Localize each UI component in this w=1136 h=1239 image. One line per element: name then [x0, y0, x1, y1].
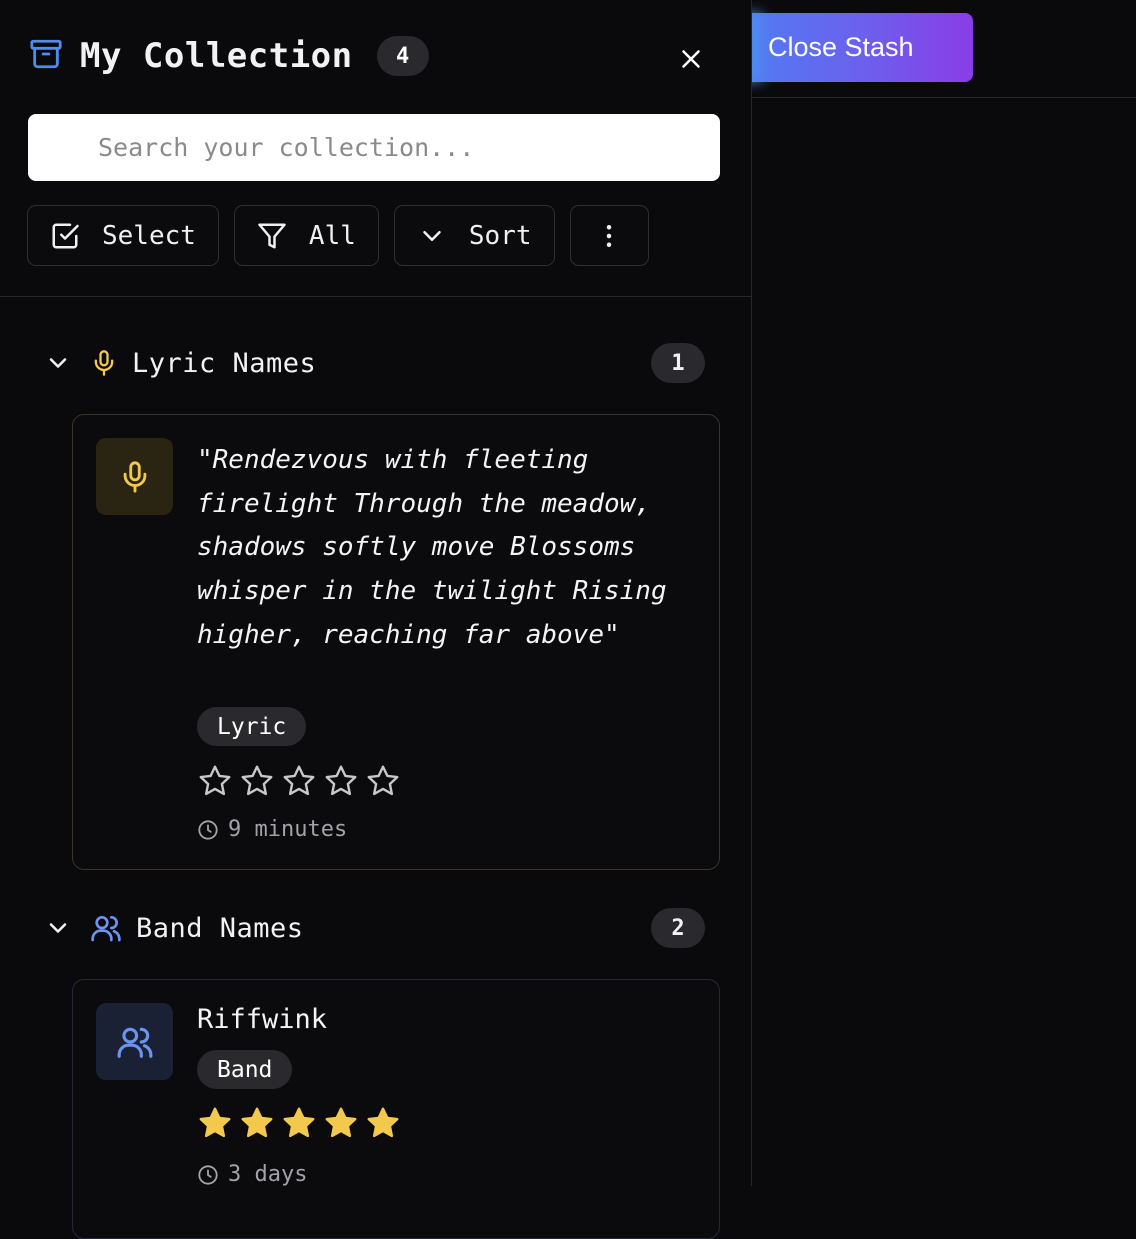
- filter-icon: [258, 223, 286, 248]
- clock-icon: [198, 1164, 218, 1185]
- collection-card[interactable]: "Rendezvous with fleeting firelight Thro…: [72, 414, 720, 870]
- microphone-icon: [94, 350, 114, 376]
- group-header-lyric-names[interactable]: Lyric Names 1: [44, 343, 705, 383]
- card-thumbnail: [96, 438, 173, 515]
- collection-count-badge: 4: [376, 36, 429, 76]
- microphone-icon: [123, 460, 146, 493]
- close-stash-button[interactable]: Close Stash: [693, 13, 973, 82]
- users-icon: [117, 1027, 152, 1058]
- star-empty-icon[interactable]: [281, 763, 317, 799]
- timestamp: 3 days: [197, 1162, 307, 1187]
- star-filled-icon[interactable]: [323, 1105, 359, 1141]
- group-title: Band Names: [136, 912, 304, 944]
- search-input[interactable]: [28, 114, 720, 181]
- more-vertical-icon: [606, 224, 612, 247]
- checkbox-icon: [52, 223, 79, 248]
- star-empty-icon[interactable]: [365, 763, 401, 799]
- sort-label: Sort: [468, 220, 532, 251]
- chevron-down-icon: [423, 230, 441, 241]
- divider: [0, 296, 752, 297]
- lyric-text: "Rendezvous with fleeting firelight Thro…: [197, 445, 667, 650]
- chevron-down-icon[interactable]: [44, 349, 72, 377]
- star-empty-icon[interactable]: [239, 763, 275, 799]
- star-filled-icon[interactable]: [365, 1105, 401, 1141]
- clock-icon: [198, 819, 218, 840]
- select-label: Select: [102, 220, 196, 251]
- star-rating[interactable]: [197, 763, 401, 799]
- type-tag: Lyric: [197, 707, 307, 746]
- timestamp-text: 9 minutes: [228, 817, 348, 842]
- card-thumbnail: [96, 1003, 173, 1080]
- background-pane: [752, 0, 1136, 1186]
- star-filled-icon[interactable]: [239, 1105, 275, 1141]
- divider: [752, 97, 1136, 98]
- sort-button[interactable]: Sort: [393, 205, 555, 266]
- close-stash-label: Close Stash: [768, 32, 914, 62]
- band-name: Riffwink: [197, 1004, 328, 1035]
- group-count-badge: 1: [651, 343, 705, 383]
- collection-panel: My Collection 4 Select All Sort: [0, 0, 752, 1239]
- filter-button[interactable]: All: [233, 205, 379, 266]
- archive-icon: [28, 37, 64, 75]
- chevron-down-icon[interactable]: [44, 914, 72, 942]
- star-rating[interactable]: [197, 1105, 401, 1141]
- toolbar: Select All Sort: [27, 205, 649, 266]
- group-count-badge: 2: [651, 908, 705, 948]
- star-empty-icon[interactable]: [323, 763, 359, 799]
- collection-card[interactable]: Riffwink Band 3 days: [72, 979, 720, 1239]
- page-title: My Collection: [80, 36, 353, 76]
- star-filled-icon[interactable]: [197, 1105, 233, 1141]
- star-empty-icon[interactable]: [197, 763, 233, 799]
- filter-label: All: [308, 220, 356, 251]
- group-title: Lyric Names: [132, 347, 317, 379]
- timestamp-text: 3 days: [228, 1162, 308, 1187]
- more-options-button[interactable]: [569, 205, 649, 266]
- users-icon: [91, 916, 121, 942]
- select-button[interactable]: Select: [27, 205, 219, 266]
- star-filled-icon[interactable]: [281, 1105, 317, 1141]
- close-icon[interactable]: [676, 44, 706, 74]
- type-tag: Band: [197, 1050, 293, 1089]
- panel-header: My Collection 4: [28, 36, 429, 76]
- timestamp: 9 minutes: [197, 817, 347, 842]
- group-header-band-names[interactable]: Band Names 2: [44, 908, 705, 948]
